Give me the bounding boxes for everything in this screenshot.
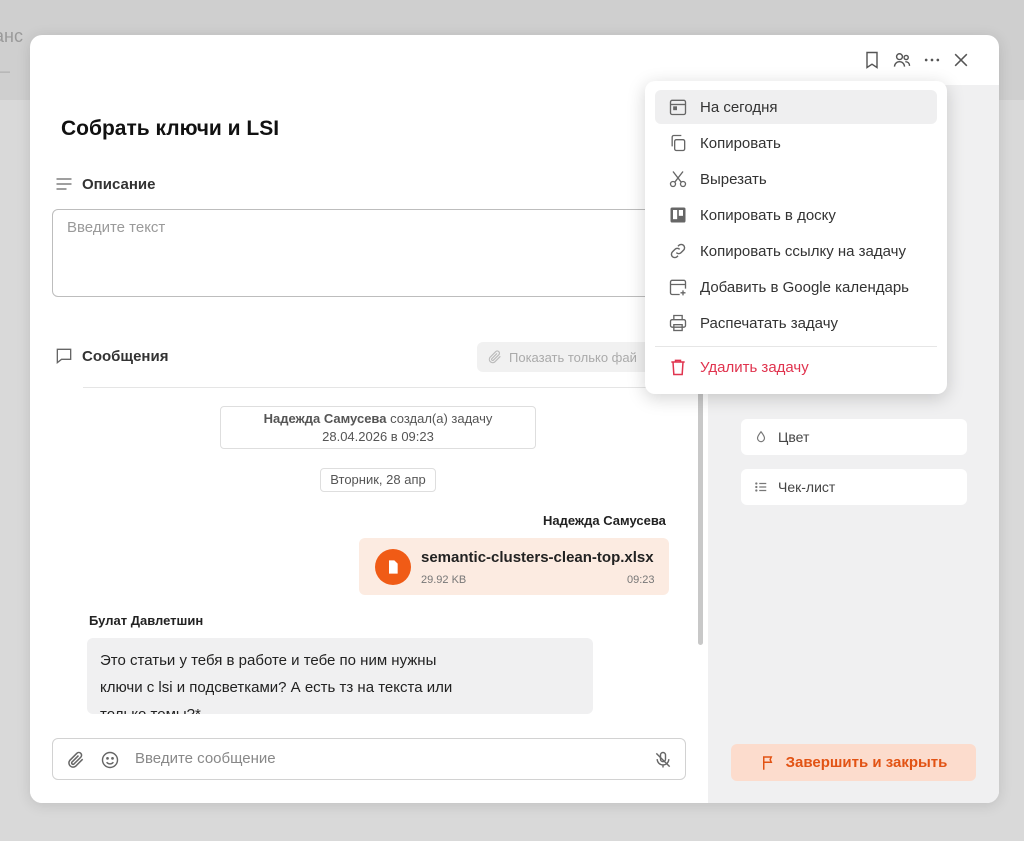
paperclip-icon: [488, 350, 501, 364]
description-label: Описание: [82, 175, 156, 193]
scissors-icon: [669, 171, 687, 188]
menu-separator: [655, 346, 937, 347]
date-divider: Вторник, 28 апр: [320, 468, 436, 492]
microphone-off-icon[interactable]: [652, 749, 674, 771]
message-composer: Введите сообщение: [52, 738, 686, 780]
menu-item-copy-to-board[interactable]: Копировать в доску: [655, 198, 937, 232]
task-context-menu: На сегодня Копировать Вырезать Копироват…: [645, 81, 947, 394]
menu-item-label: Копировать в доску: [700, 206, 836, 224]
droplet-icon: [756, 430, 766, 443]
text-message-sender: Булат Давлетшин: [89, 613, 204, 628]
link-icon: [670, 243, 686, 259]
system-message: Надежда Самусева создал(а) задачу 28.04.…: [220, 406, 536, 449]
users-icon[interactable]: [891, 49, 913, 71]
checklist-icon: [755, 482, 767, 492]
checklist-button[interactable]: Чек-лист: [741, 469, 967, 505]
file-size: 29.92 KB: [421, 574, 467, 586]
message-input[interactable]: Введите сообщение: [135, 750, 276, 767]
file-message[interactable]: semantic-clusters-clean-top.xlsx 29.92 K…: [359, 538, 669, 595]
messages-divider: [83, 387, 695, 388]
menu-item-copy-link[interactable]: Копировать ссылку на задачу: [655, 234, 937, 268]
close-icon[interactable]: [950, 49, 972, 71]
menu-item-label: На сегодня: [700, 98, 778, 116]
finish-label: Завершить и закрыть: [785, 754, 948, 771]
finish-and-close-button[interactable]: Завершить и закрыть: [731, 744, 976, 781]
flag-icon: [762, 755, 772, 770]
menu-item-label: Вырезать: [700, 170, 767, 188]
chat-bubble-icon: [56, 348, 72, 365]
text-message: Это статьи у тебя в работе и тебе по ним…: [87, 638, 593, 714]
calendar-add-icon: [669, 279, 687, 296]
system-message-datetime: 28.04.2026 в 09:23: [322, 429, 434, 444]
lines-icon: [56, 178, 72, 190]
emoji-icon[interactable]: [99, 749, 121, 771]
bookmark-icon[interactable]: [861, 49, 883, 71]
color-button[interactable]: Цвет: [741, 419, 967, 455]
messages-scrollbar[interactable]: [698, 375, 703, 645]
modal-header: [30, 35, 999, 86]
menu-item-label: Распечатать задачу: [700, 314, 839, 332]
menu-item-label: Копировать: [700, 134, 781, 152]
menu-item-today[interactable]: На сегодня: [655, 90, 937, 124]
menu-item-label: Копировать ссылку на задачу: [700, 242, 906, 260]
color-label: Цвет: [778, 429, 810, 445]
attach-icon[interactable]: [65, 749, 87, 771]
background-text-small: —: [0, 64, 10, 78]
menu-item-delete-label: Удалить задачу: [700, 358, 809, 376]
task-title[interactable]: Собрать ключи и LSI: [61, 117, 279, 141]
checklist-label: Чек-лист: [778, 479, 836, 495]
board-icon: [670, 207, 686, 223]
description-input[interactable]: Введите текст: [52, 209, 692, 297]
menu-item-print[interactable]: Распечатать задачу: [655, 306, 937, 340]
file-icon: [375, 549, 411, 585]
background-text: анс: [0, 26, 23, 46]
file-message-time: 09:23: [627, 574, 655, 586]
system-message-action: создал(а) задачу: [386, 411, 493, 426]
text-message-body: Это статьи у тебя в работе и тебе по ним…: [100, 652, 453, 714]
menu-item-delete[interactable]: Удалить задачу: [655, 350, 937, 384]
calendar-today-icon: [669, 99, 687, 116]
menu-item-google-calendar[interactable]: Добавить в Google календарь: [655, 270, 937, 304]
file-message-sender: Надежда Самусева: [543, 513, 666, 528]
copy-icon: [671, 134, 686, 152]
messages-label: Сообщения: [82, 347, 169, 365]
trash-icon: [671, 359, 685, 376]
messages-section-label: Сообщения: [54, 346, 168, 366]
menu-item-cut[interactable]: Вырезать: [655, 162, 937, 196]
menu-item-label: Добавить в Google календарь: [700, 278, 909, 296]
show-files-only-label: Показать только фай: [509, 349, 637, 365]
more-icon[interactable]: [921, 49, 943, 71]
printer-icon: [669, 314, 687, 332]
system-message-author: Надежда Самусева: [263, 411, 387, 426]
file-name[interactable]: semantic-clusters-clean-top.xlsx: [421, 549, 654, 566]
menu-item-copy[interactable]: Копировать: [655, 126, 937, 160]
description-section-label: Описание: [54, 174, 155, 194]
